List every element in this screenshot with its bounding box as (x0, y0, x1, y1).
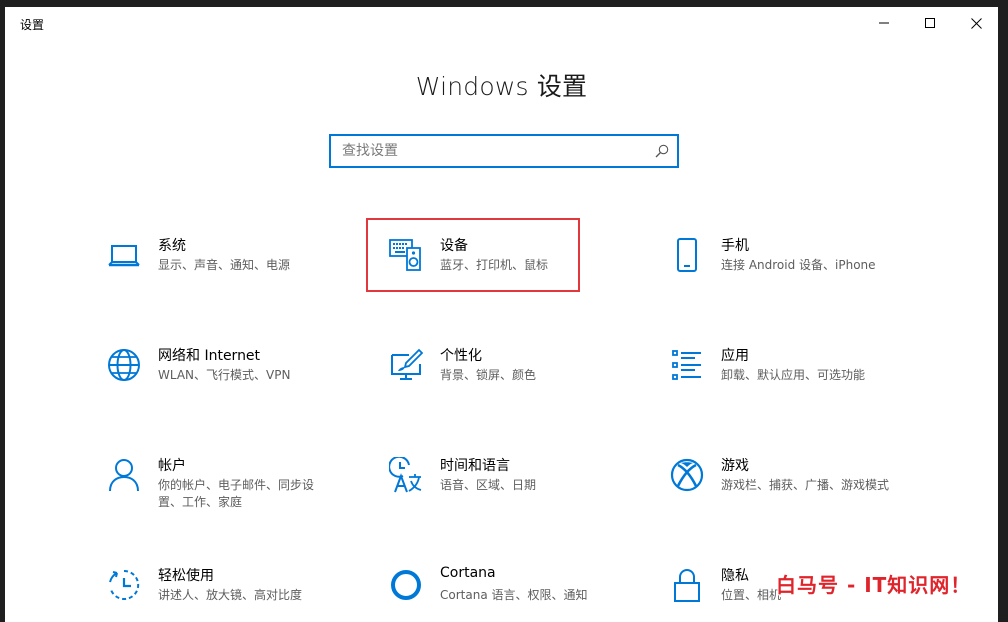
tile-system[interactable]: 系统 显示、声音、通知、电源 (106, 237, 328, 311)
tile-title: 网络和 Internet (158, 348, 261, 364)
window-title: 设置 (20, 18, 45, 32)
tile-title: 时间和语言 (440, 458, 510, 474)
tile-title: 应用 (721, 348, 749, 364)
tile-description: 蓝牙、打印机、鼠标 (440, 258, 549, 272)
tile-description: Cortana 语言、权限、通知 (440, 588, 588, 602)
person-icon (106, 457, 142, 493)
cortana-icon (388, 567, 424, 603)
phone-icon (669, 237, 705, 273)
tile-description: 游戏栏、捕获、广播、游戏模式 (721, 478, 890, 492)
app-list-icon (669, 347, 705, 383)
watermark: 白马号 - IT知识网！ (776, 573, 972, 597)
search-box[interactable] (329, 134, 679, 168)
tile-title: 手机 (721, 238, 749, 254)
lock-icon (669, 567, 705, 603)
search-icon[interactable] (655, 144, 669, 158)
globe-icon (106, 347, 142, 383)
close-button[interactable] (953, 7, 998, 39)
keyboard-speaker-icon (388, 237, 424, 273)
tile-title: 游戏 (721, 458, 749, 474)
tile-ease-of-access[interactable]: 轻松使用 讲述人、放大镜、高对比度 (106, 567, 328, 622)
title-bar[interactable]: 设置 (5, 7, 998, 39)
tile-gaming[interactable]: 游戏 游戏栏、捕获、广播、游戏模式 (669, 457, 891, 531)
laptop-icon (106, 237, 142, 273)
tile-description: 卸载、默认应用、可选功能 (721, 368, 866, 382)
maximize-button[interactable] (907, 7, 953, 39)
tile-time-language[interactable]: 时间和语言 语音、区域、日期 (388, 457, 610, 531)
tile-title: 帐户 (158, 458, 186, 474)
tile-title: 系统 (158, 238, 186, 254)
tile-title: 轻松使用 (158, 568, 214, 584)
tile-description: 你的帐户、电子邮件、同步设置、工作、家庭 (158, 478, 315, 509)
tile-devices[interactable]: 设备 蓝牙、打印机、鼠标 (388, 237, 610, 311)
settings-window: 设置 Windows 设置 系统 显示、声音、通知、电源 (5, 7, 998, 622)
ease-of-access-icon (106, 567, 142, 603)
tile-description: 语音、区域、日期 (440, 478, 537, 492)
tile-description: WLAN、飞行模式、VPN (158, 368, 291, 382)
tile-description: 连接 Android 设备、iPhone (721, 258, 876, 272)
tile-title: 设备 (440, 238, 468, 254)
tile-title: Cortana (440, 565, 496, 581)
tile-network[interactable]: 网络和 Internet WLAN、飞行模式、VPN (106, 347, 328, 421)
tile-apps[interactable]: 应用 卸载、默认应用、可选功能 (669, 347, 891, 421)
minimize-button[interactable] (861, 7, 907, 39)
xbox-icon (669, 457, 705, 493)
tile-cortana[interactable]: Cortana Cortana 语言、权限、通知 (388, 565, 610, 622)
tile-accounts[interactable]: 帐户 你的帐户、电子邮件、同步设置、工作、家庭 (106, 457, 328, 531)
minimize-icon (879, 22, 889, 24)
tile-description: 显示、声音、通知、电源 (158, 258, 291, 272)
tile-title: 个性化 (440, 348, 482, 364)
search-input[interactable] (331, 136, 677, 166)
maximize-icon (925, 18, 935, 28)
tile-title: 隐私 (721, 568, 749, 584)
paint-monitor-icon (388, 347, 424, 383)
tile-description: 讲述人、放大镜、高对比度 (158, 588, 303, 602)
tile-phone[interactable]: 手机 连接 Android 设备、iPhone (669, 237, 891, 311)
close-icon (970, 17, 982, 29)
tile-personalization[interactable]: 个性化 背景、锁屏、颜色 (388, 347, 610, 421)
time-language-icon (388, 457, 424, 493)
page-title: Windows 设置 (415, 72, 588, 101)
tile-description: 背景、锁屏、颜色 (440, 368, 537, 382)
